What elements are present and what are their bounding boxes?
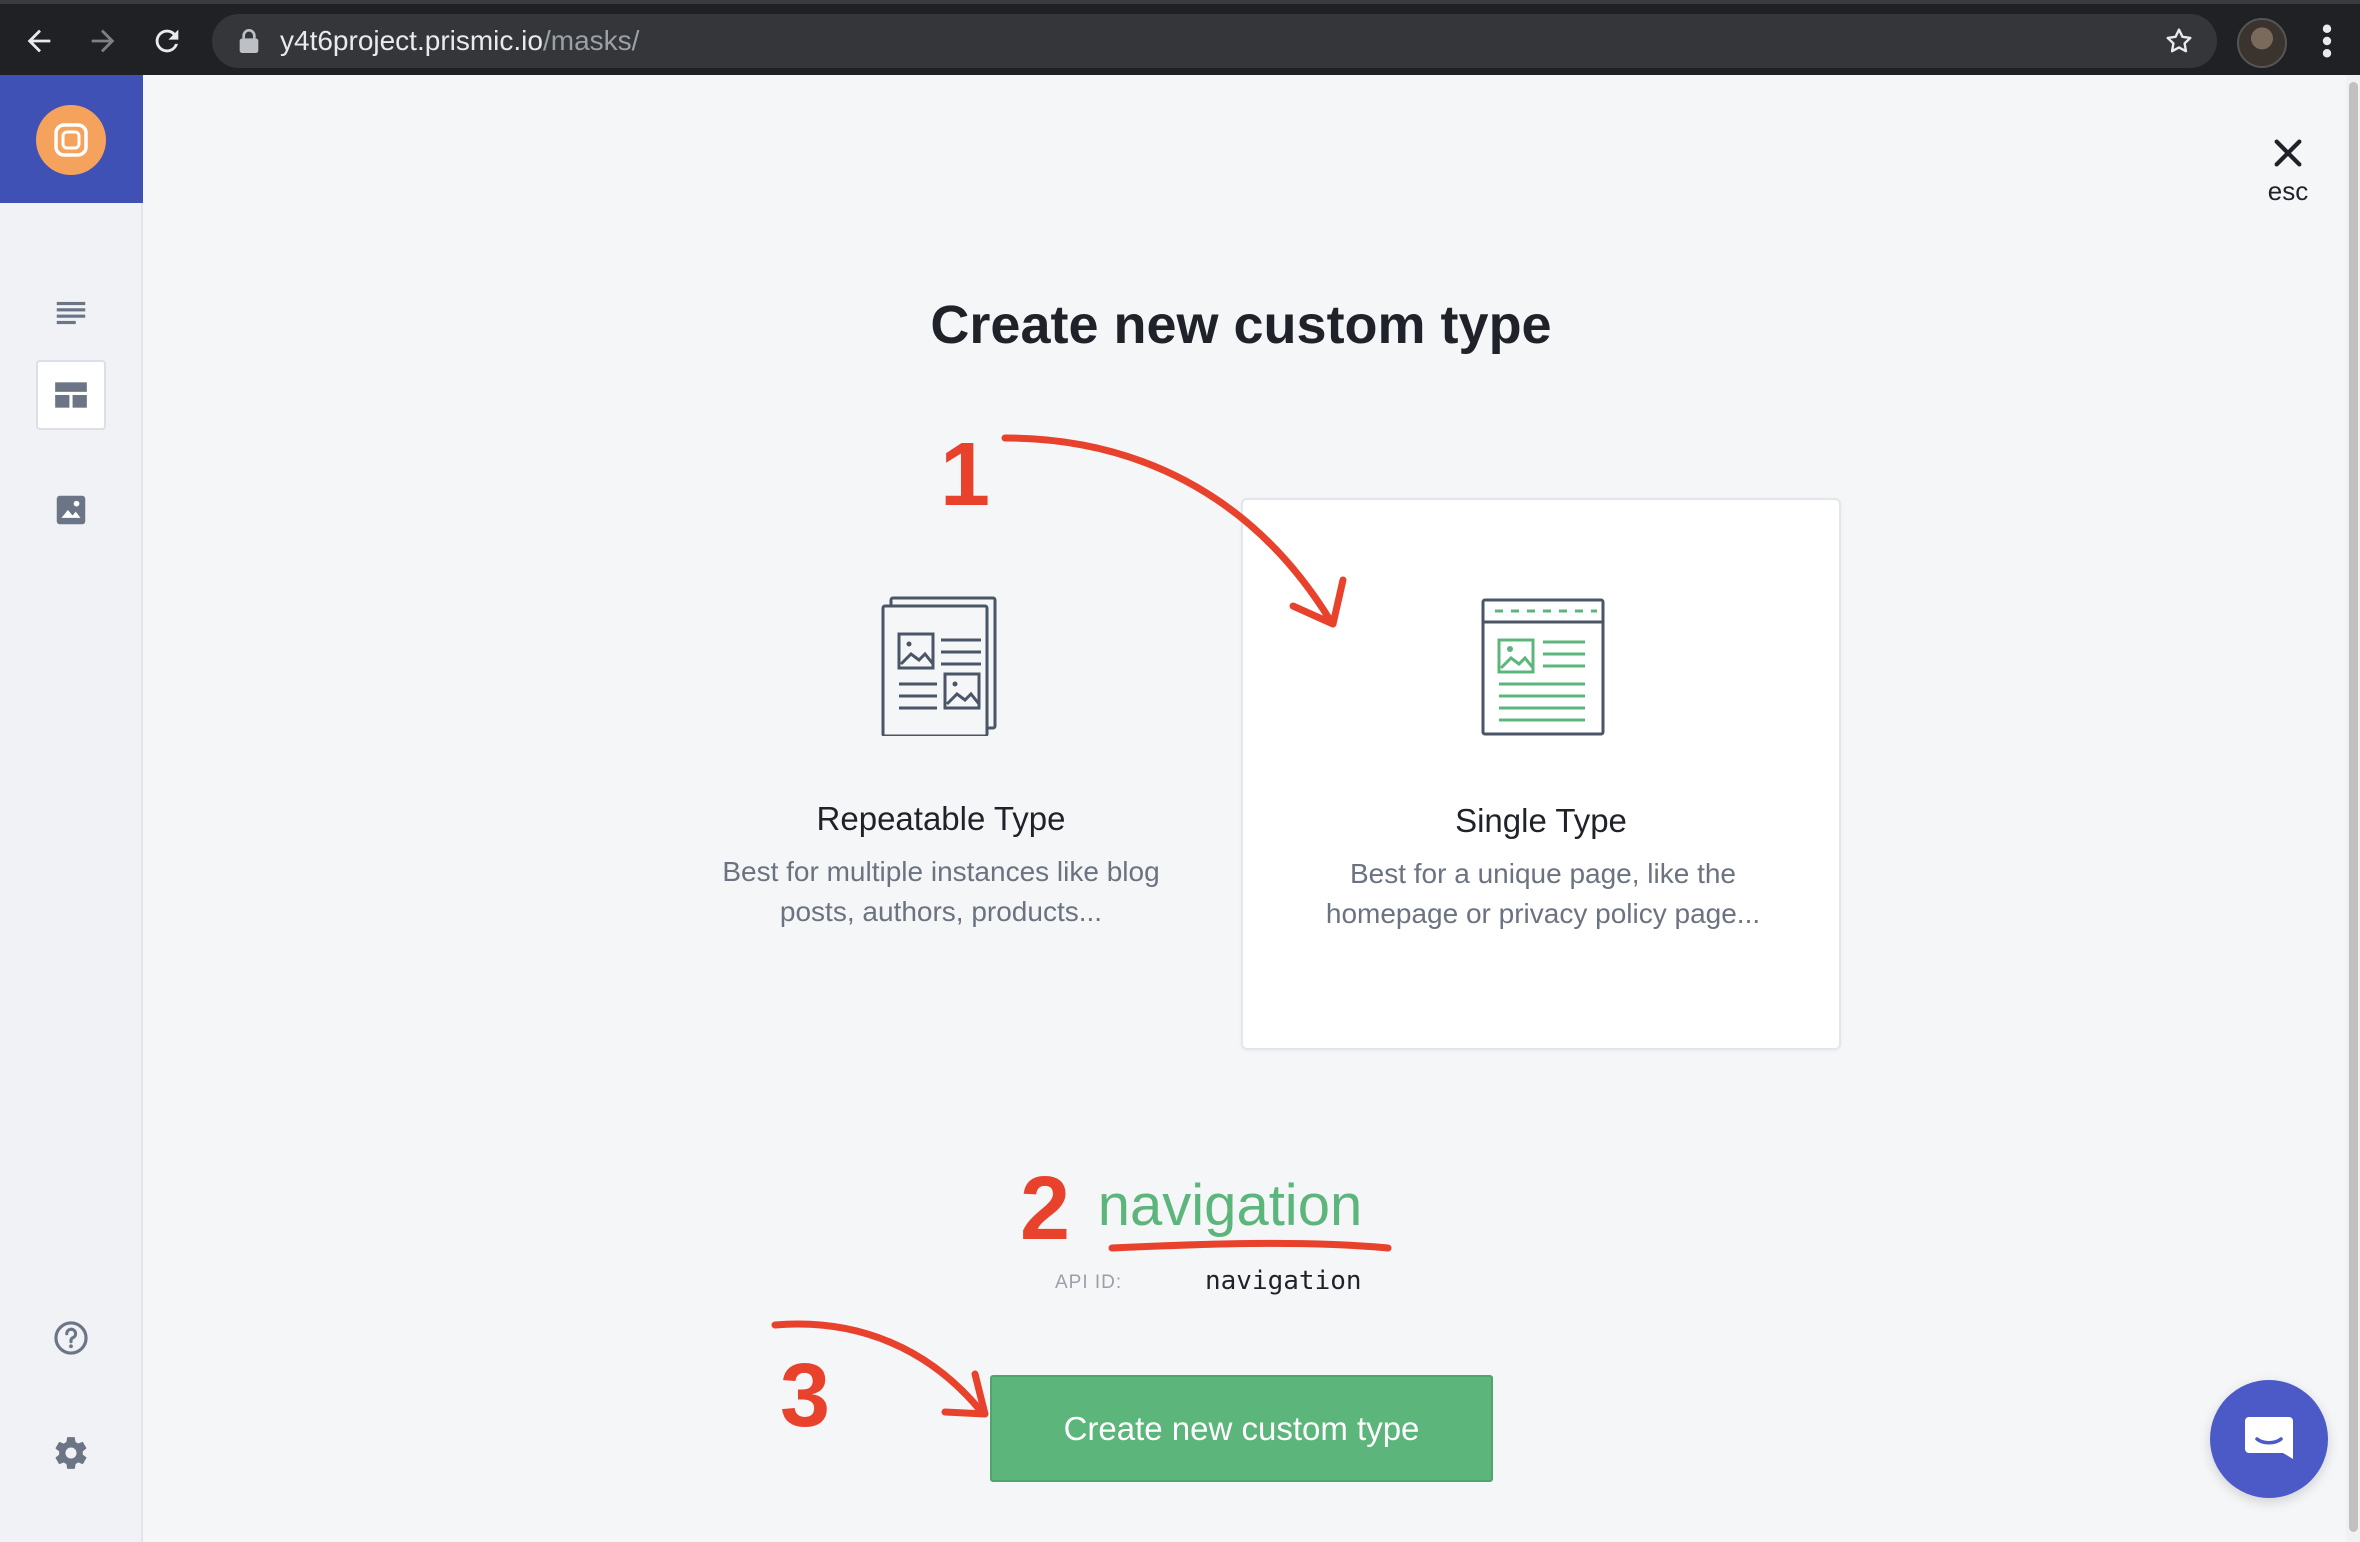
chat-icon [2245, 1417, 2293, 1459]
prismic-logo[interactable] [36, 105, 106, 175]
sidebar-item-custom-types[interactable] [36, 360, 106, 430]
url-path: /masks/ [542, 25, 640, 56]
forward-button[interactable] [74, 12, 132, 70]
bookmark-star-icon[interactable] [2163, 25, 2195, 57]
profile-avatar[interactable] [2237, 18, 2287, 68]
annotation-step-3: 3 [780, 1346, 831, 1446]
lock-icon [239, 29, 259, 53]
browser-toolbar: y4t6project.prismic.io/masks/ [0, 0, 2360, 75]
sidebar-item-help[interactable] [36, 1303, 106, 1373]
api-id-label: API ID: [1055, 1272, 1123, 1293]
sidebar-item-media[interactable] [36, 475, 106, 545]
underline-2 [1108, 1239, 1392, 1252]
sidebar-item-documents[interactable] [36, 278, 106, 348]
single-type-icon [1481, 598, 1605, 736]
sidebar-item-settings[interactable] [36, 1418, 106, 1488]
api-id-value[interactable]: navigation [1205, 1266, 1362, 1296]
single-type-description: Best for a unique page, like the homepag… [1325, 858, 1761, 929]
url-text: y4t6project.prismic.io/masks/ [280, 25, 639, 57]
repeatable-type-description: Best for multiple instances like blog po… [722, 856, 1160, 927]
close-icon [2274, 139, 2302, 167]
repeatable-type-icon [881, 596, 997, 736]
address-bar[interactable]: y4t6project.prismic.io/masks/ [212, 14, 2217, 68]
reload-button[interactable] [138, 12, 196, 70]
repeatable-type-option[interactable]: Repeatable Type Best for multiple instan… [641, 498, 1241, 1050]
chat-launcher-button[interactable] [2210, 1380, 2328, 1498]
page-title: Create new custom type [930, 295, 1552, 355]
prismic-logo-icon [54, 123, 88, 157]
create-custom-type-button[interactable]: Create new custom type [990, 1375, 1493, 1482]
settings-icon [55, 1437, 87, 1469]
back-button[interactable] [10, 12, 68, 70]
documents-icon [56, 301, 86, 325]
custom-types-icon [55, 382, 87, 408]
url-host: y4t6project.prismic.io [280, 25, 543, 56]
close-button[interactable]: esc [2250, 136, 2326, 207]
arrow-right-icon [91, 29, 115, 53]
type-name-input[interactable]: navigation [1090, 1172, 1370, 1239]
annotation-step-1: 1 [940, 425, 991, 525]
page-scrollbar[interactable] [2349, 82, 2358, 1532]
help-icon [54, 1321, 88, 1355]
media-icon [56, 495, 86, 525]
single-type-option[interactable]: Single Type Best for a unique page, like… [1241, 498, 1841, 1050]
arrow-left-icon [27, 29, 51, 53]
app-sidebar [0, 75, 143, 1542]
repeatable-type-name: Repeatable Type [816, 800, 1066, 837]
annotation-step-2: 2 [1020, 1159, 1071, 1259]
reload-icon [155, 29, 179, 53]
close-label: esc [2267, 176, 2309, 206]
single-type-name: Single Type [1455, 802, 1627, 839]
brand-header [0, 75, 143, 203]
more-options-icon[interactable] [2310, 20, 2344, 62]
